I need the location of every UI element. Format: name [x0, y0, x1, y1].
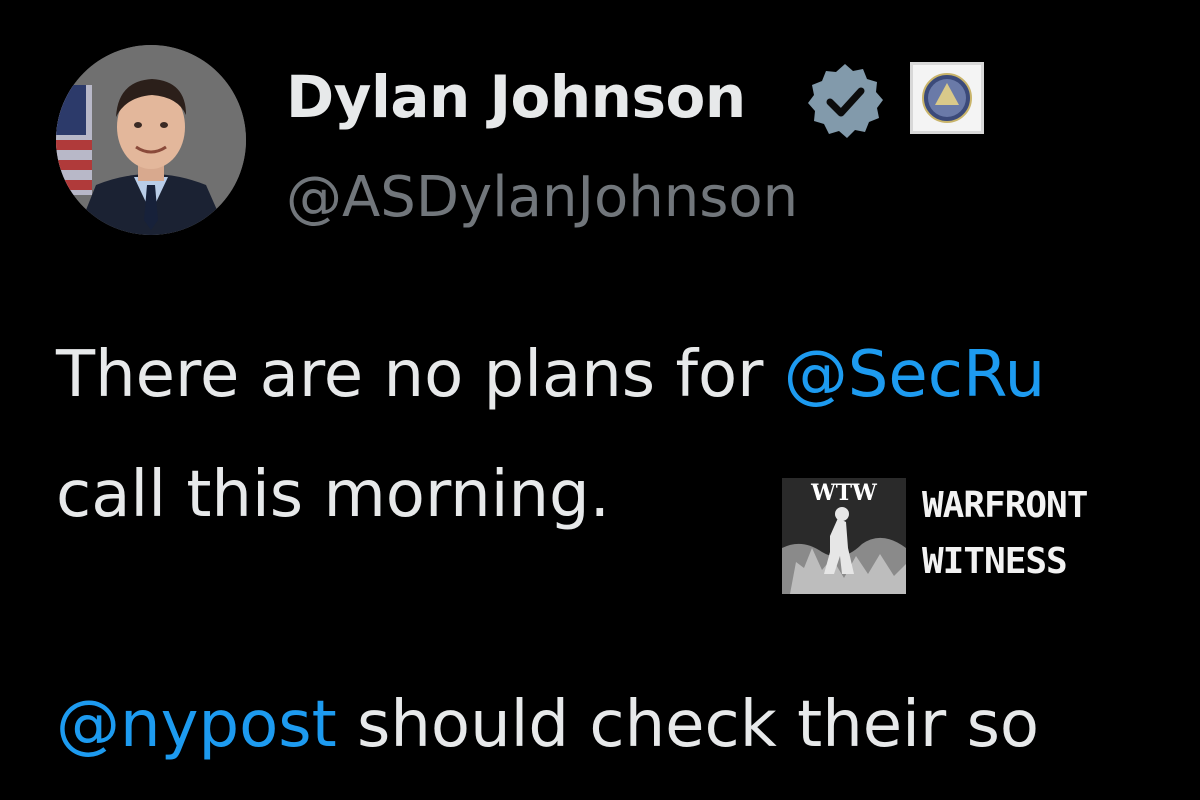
watermark-logo-letters: WTW [810, 480, 877, 506]
mention-link[interactable]: @SecRu [784, 338, 1045, 412]
display-name[interactable]: Dylan Johnson [286, 62, 746, 132]
verified-badge-icon [808, 64, 883, 138]
avatar[interactable] [56, 45, 246, 235]
tweet-text: call this morning. [56, 458, 610, 532]
tweet-text: should check their so [336, 688, 1040, 762]
watermark-text: WITNESS [922, 541, 1068, 582]
tweet-screenshot: Dylan Johnson @ASDylanJohnson There are … [0, 0, 1200, 800]
watermark-text: WARFRONT [922, 485, 1088, 526]
tweet-text: There are no plans for [56, 338, 784, 412]
user-handle[interactable]: @ASDylanJohnson [286, 165, 798, 231]
government-seal-icon[interactable] [910, 62, 984, 134]
mention-link[interactable]: @nypost [56, 688, 337, 762]
tweet-text-line: call this morning. [56, 455, 610, 535]
tweet-text-line: There are no plans for @SecRu [56, 335, 1045, 415]
watermark: WTW WARFRONT WITNESS [782, 478, 1122, 594]
watermark-logo: WTW [782, 478, 906, 594]
tweet-text-line: @nypost should check their so [56, 685, 1039, 765]
